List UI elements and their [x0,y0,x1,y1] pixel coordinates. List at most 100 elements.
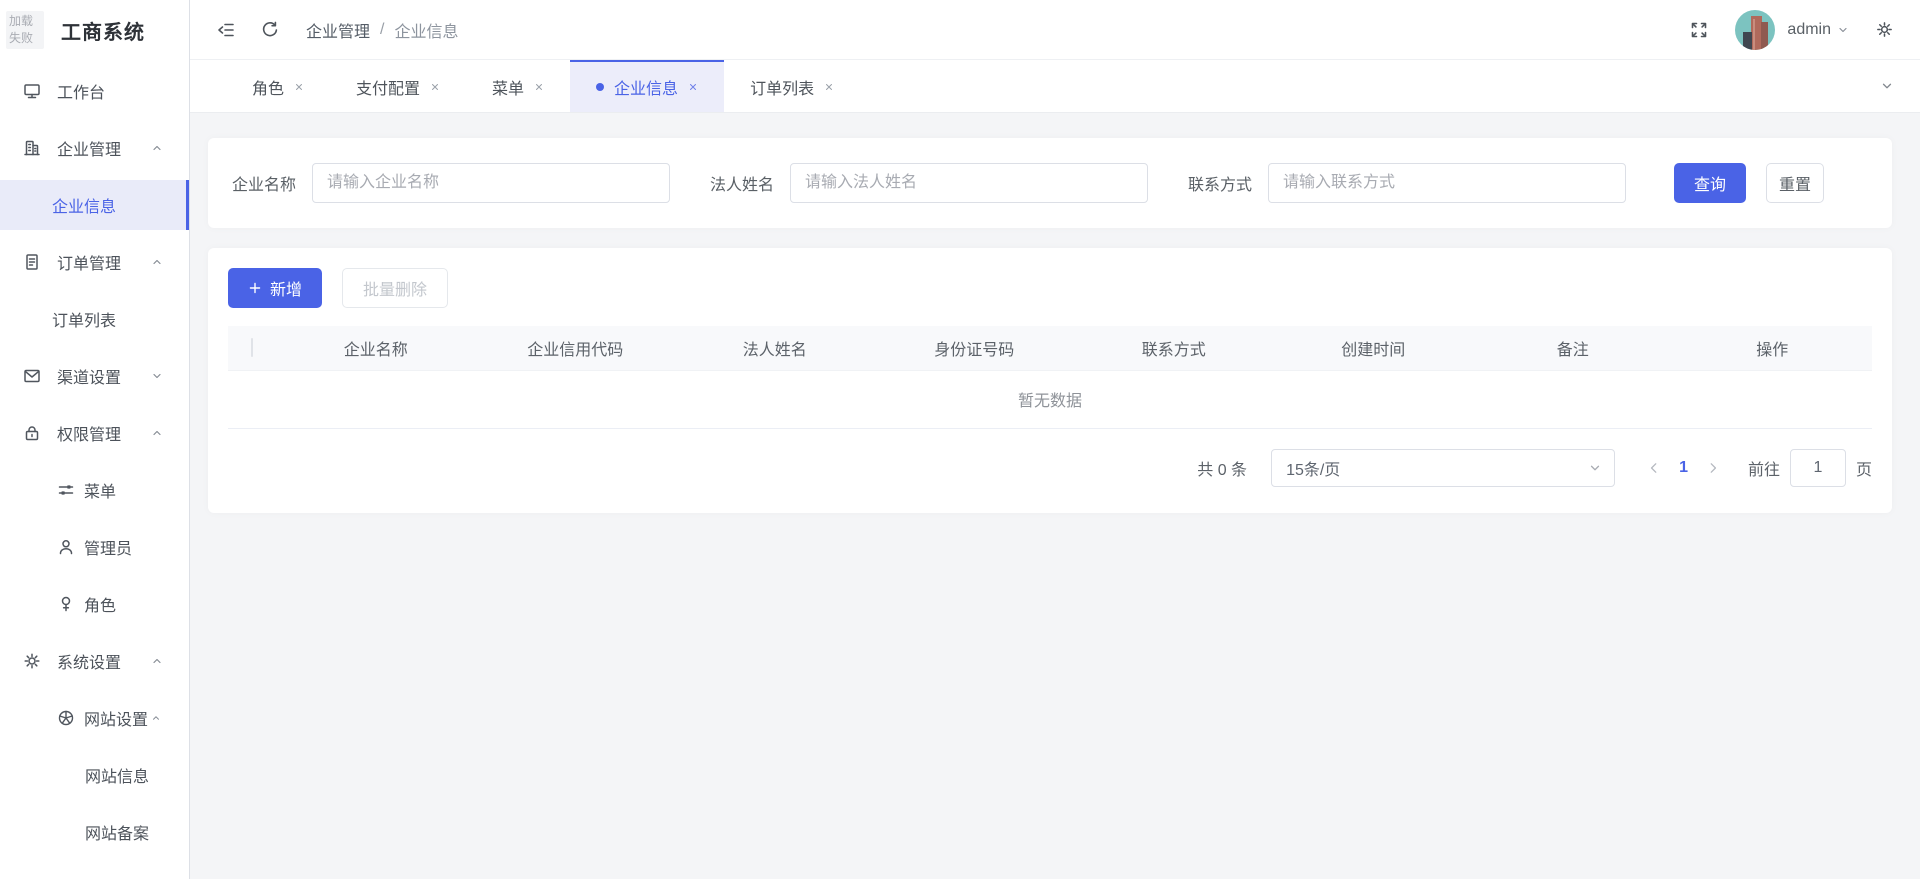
breadcrumb-item[interactable]: 企业管理 [306,18,370,42]
sidebar-item-label: 菜单 [84,484,117,501]
envelope-icon [22,366,42,386]
sidebar-item-workbench[interactable]: 工作台 [0,66,189,116]
user-menu[interactable]: admin [1787,21,1849,39]
empty-state-text: 暂无数据 [228,370,1872,429]
select-all-checkbox[interactable] [251,337,253,357]
page-number-current[interactable]: 1 [1679,459,1688,477]
sidebar-item-company-info[interactable]: 企业信息 [0,180,189,230]
table-header-row: 企业名称 企业信用代码 法人姓名 身份证号码 联系方式 创建时间 备注 操作 [228,326,1872,371]
table-header-cell: 联系方式 [1074,326,1274,371]
tabs-dropdown-chevron-icon[interactable] [1880,60,1894,112]
fold-sidebar-icon[interactable] [216,20,236,40]
tab-payment-config[interactable]: 支付配置 [330,60,466,112]
sidebar-item-label: 网站备案 [85,826,150,843]
lock-icon [22,423,42,443]
breadcrumb-separator: / [380,20,385,38]
table-card: 新增 批量删除 企业名称 企业信用代码 法人姓名 身份证号码 联系方式 创建时间… [208,248,1892,513]
female-icon [56,594,76,614]
sidebar-item-channel-settings[interactable]: 渠道设置 [0,351,189,401]
close-icon[interactable] [534,82,544,92]
sidebar-menu: 工作台 企业管理 企业信息 订单管理 订单列表 渠道设置 权限管理 菜单 管理员… [0,60,189,857]
next-page-icon[interactable] [1706,461,1720,475]
tab-company-info[interactable]: 企业信息 [570,60,725,112]
sidebar-item-system-settings[interactable]: 系统设置 [0,636,189,686]
tab-label: 订单列表 [750,81,815,98]
sidebar-item-site-settings[interactable]: 网站设置 [0,693,189,743]
sliders-icon [56,480,76,500]
sidebar-item-label: 企业信息 [52,199,117,216]
top-navbar: 企业管理 / 企业信息 admin [190,0,1920,60]
tab-order-list[interactable]: 订单列表 [724,60,860,112]
sidebar-item-order-list[interactable]: 订单列表 [0,294,189,344]
add-button[interactable]: 新增 [228,268,322,308]
sidebar-item-company-management[interactable]: 企业管理 [0,123,189,173]
empty-state-row: 暂无数据 [228,370,1872,429]
tab-role[interactable]: 角色 [226,60,330,112]
main-area: 企业管理 / 企业信息 admin 角色 支付配置 菜单 企业信息 订单列表 企… [190,0,1920,879]
sidebar-item-administrator[interactable]: 管理员 [0,522,189,572]
chevron-up-icon [151,427,163,439]
refresh-icon[interactable] [260,20,280,40]
table-header-cell: 企业名称 [276,326,476,371]
batch-delete-button[interactable]: 批量删除 [342,268,448,308]
document-icon [22,252,42,272]
search-button[interactable]: 查询 [1674,163,1747,203]
table-header-cell: 企业信用代码 [475,326,675,371]
sidebar-item-label: 渠道设置 [57,370,122,387]
page-size-value: 15条/页 [1286,461,1341,479]
table-header-cell: 备注 [1473,326,1673,371]
broken-image-text: 失败 [9,31,34,45]
breadcrumb: 企业管理 / 企业信息 [306,18,458,42]
reset-button[interactable]: 重置 [1766,163,1825,203]
fullscreen-icon[interactable] [1689,20,1709,40]
goto-page-input[interactable] [1789,448,1846,487]
chevron-down-icon [1837,24,1849,36]
field-label: 企业名称 [232,177,297,194]
goto-label: 前往 [1747,461,1780,479]
legal-person-input[interactable] [790,163,1149,203]
app-title: 工商系统 [61,21,145,44]
contact-input[interactable] [1268,163,1627,203]
gear-icon[interactable] [1875,20,1894,39]
broken-image-text: 加载 [9,13,34,28]
sidebar-item-role[interactable]: 角色 [0,579,189,629]
username-text: admin [1787,20,1831,38]
page-content: 企业名称 法人姓名 联系方式 查询 重置 [190,113,1920,879]
sidebar-item-site-info[interactable]: 网站信息 [0,750,189,800]
add-button-label: 新增 [269,282,302,299]
sidebar-item-order-management[interactable]: 订单管理 [0,237,189,287]
search-buttons: 查询 重置 [1674,163,1825,203]
avatar[interactable] [1735,9,1776,50]
prev-page-icon[interactable] [1647,461,1661,475]
sidebar-item-label: 网站设置 [84,712,149,729]
user-icon [56,537,76,557]
sidebar-item-site-record[interactable]: 网站备案 [0,807,189,857]
search-form-card: 企业名称 法人姓名 联系方式 查询 重置 [208,138,1892,228]
sidebar-item-label: 网站信息 [85,769,150,786]
sidebar-item-menu[interactable]: 菜单 [0,465,189,515]
sidebar-item-label: 订单管理 [57,256,122,273]
close-icon[interactable] [824,82,834,92]
company-name-input[interactable] [312,163,671,203]
close-icon[interactable] [430,82,440,92]
page-size-select[interactable]: 15条/页 [1271,448,1616,487]
tab-label: 角色 [252,81,285,98]
app-root: 加载 失败 工商系统 工作台 企业管理 企业信息 订单管理 订单列表 渠道设置 … [0,0,1920,879]
sidebar-item-label: 企业管理 [57,142,122,159]
sidebar-item-permission-management[interactable]: 权限管理 [0,408,189,458]
chevron-up-icon [151,655,163,667]
close-icon[interactable] [688,82,698,92]
close-icon[interactable] [294,82,304,92]
sidebar-item-label: 管理员 [84,541,133,558]
tab-label: 支付配置 [356,81,421,98]
chevron-down-icon [151,370,163,382]
chevron-up-icon [151,142,163,154]
chevron-down-icon [1588,461,1602,475]
tab-label: 企业信息 [614,81,679,98]
broken-logo-image: 加载 失败 [6,11,44,49]
office-building-icon [22,138,42,158]
gear-icon [22,651,42,671]
plus-icon [248,281,262,295]
sidebar-item-label: 订单列表 [52,313,117,330]
tab-menu[interactable]: 菜单 [466,60,570,112]
